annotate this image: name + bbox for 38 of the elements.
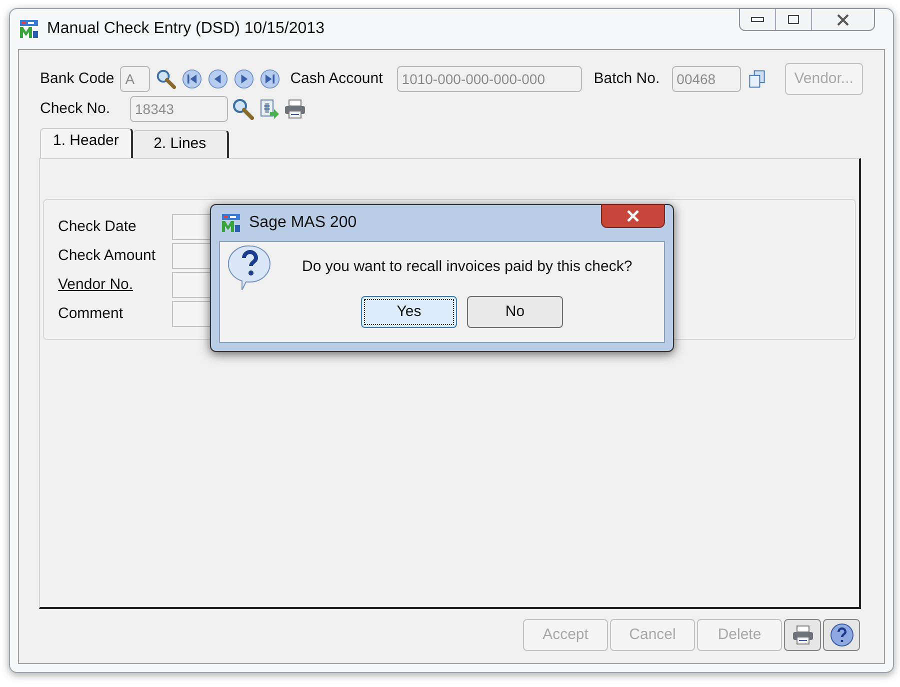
close-button[interactable] — [601, 204, 665, 228]
first-record-icon[interactable] — [182, 68, 202, 90]
field-label: Cash Account — [290, 70, 383, 87]
printer-icon[interactable] — [792, 625, 814, 645]
app-icon — [19, 19, 39, 39]
check-number-field[interactable]: 18343 — [130, 96, 228, 122]
dialog-title: Sage MAS 200 — [249, 213, 357, 233]
previous-record-icon[interactable] — [208, 68, 228, 90]
search-icon[interactable] — [156, 68, 176, 90]
copy-icon[interactable] — [746, 68, 767, 90]
field-label: Bank Code — [40, 70, 114, 87]
help-button[interactable] — [823, 619, 860, 651]
window-title: Manual Check Entry (DSD) 10/15/2013 — [47, 19, 324, 39]
close-icon — [836, 14, 850, 26]
field-label[interactable]: Vendor No. — [58, 274, 172, 296]
field-label: Check Amount — [58, 246, 157, 266]
help-icon — [830, 623, 854, 647]
bank-code-field[interactable]: A — [120, 66, 150, 92]
field-label: Check Date — [58, 216, 138, 237]
dialog-message: Do you want to recall invoices paid by this check? — [302, 256, 632, 277]
tab[interactable]: 1. Header — [40, 128, 133, 158]
print-button[interactable] — [784, 619, 821, 651]
last-record-icon[interactable] — [260, 68, 280, 90]
field-label: Batch No. — [594, 70, 660, 87]
printer-icon[interactable] — [284, 99, 306, 119]
app-icon — [221, 213, 241, 233]
next-record-icon[interactable] — [234, 68, 254, 90]
cash-account-field[interactable]: 1010-000-000-000-000 — [396, 66, 582, 92]
batch-number-field[interactable]: 00468 — [672, 66, 741, 92]
question-icon — [228, 244, 272, 290]
close-icon — [626, 210, 640, 222]
dialog-button[interactable]: Yes — [361, 296, 457, 328]
dialog-button[interactable]: No — [467, 296, 563, 328]
document-arrow-icon[interactable] — [258, 98, 280, 120]
tab[interactable]: 2. Lines — [132, 130, 229, 158]
field-label: Check No. — [40, 100, 110, 117]
search-icon[interactable] — [232, 98, 254, 120]
field-label: Comment — [58, 304, 124, 324]
